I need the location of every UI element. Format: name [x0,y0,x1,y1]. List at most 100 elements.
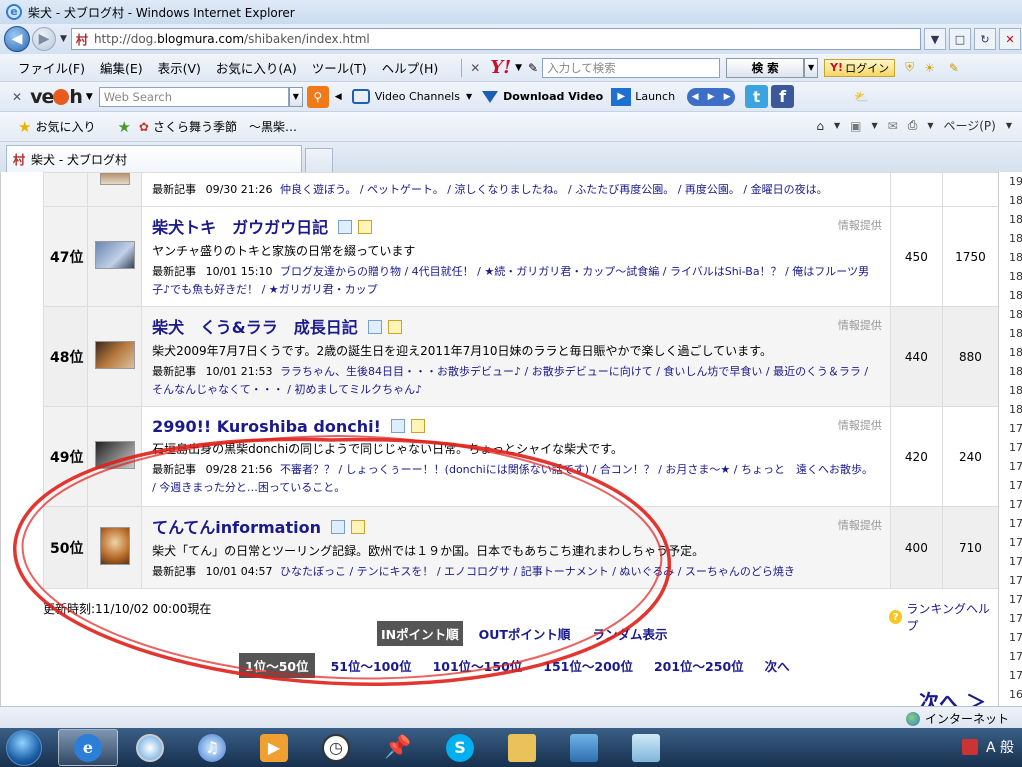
veoh-logo-icon[interactable]: ve h [30,86,83,108]
twitter-icon[interactable]: t [745,85,769,108]
history-dropdown-icon[interactable]: ▼ [60,34,67,44]
security-zone[interactable]: インターネット [906,710,1009,727]
menu-help[interactable]: ヘルプ(H) [382,58,439,77]
pen-icon[interactable]: ✎ [528,61,538,75]
bookmark-icon[interactable] [410,418,425,433]
veoh-search-input[interactable]: Web Search [98,86,289,107]
print-icon[interactable]: ⎙ [908,118,918,133]
bookmark-icon[interactable] [350,520,365,534]
home-dropdown-icon[interactable]: ▼ [834,121,840,130]
rss-icon[interactable]: ▣ [850,119,861,133]
shield-icon[interactable]: ⛨ [905,60,914,75]
page-1-50[interactable]: 1位～50位 [239,653,315,678]
taskbar-clock[interactable]: ◷ [306,729,366,766]
ime-icon[interactable] [961,739,978,755]
ime-mode[interactable]: A 般 [986,737,1014,757]
media-controls[interactable]: ◀ ▶ ▶ [687,87,736,106]
taskbar-skype[interactable]: S [430,729,490,766]
home-icon[interactable]: ⌂ [816,119,824,133]
menu-view[interactable]: 表示(V) [158,58,201,77]
profile-icon[interactable] [337,220,352,234]
taskbar-explorer[interactable] [492,729,552,766]
search-options-icon[interactable]: ▼ [804,57,819,78]
taskbar-notes[interactable] [616,729,676,766]
rss-dropdown-icon[interactable]: ▼ [871,121,877,130]
page-51-100[interactable]: 51位～100位 [331,656,412,675]
page-201-250[interactable]: 201位～250位 [654,656,744,675]
launch-button[interactable]: ▶ Launch [611,87,675,106]
back-button[interactable]: ◀ [4,26,30,52]
page-next[interactable]: 次へ [765,656,790,675]
mail-icon[interactable]: ✉ [888,119,898,133]
compatibility-icon[interactable]: □ [948,28,971,50]
menu-edit[interactable]: 編集(E) [100,58,143,77]
print-dropdown-icon[interactable]: ▼ [927,121,933,130]
yahoo-dropdown-icon[interactable]: ▼ [515,63,522,73]
weather-icon[interactable]: ☀ [924,61,935,75]
next-page-banner[interactable]: 次へ ＞ [919,686,986,706]
yahoo-search-button[interactable]: 検 索 [726,57,805,78]
close-toolbar-icon[interactable]: ✕ [470,61,480,75]
sort-random[interactable]: ランダム表示 [592,624,667,643]
bookmark-icon[interactable] [387,320,402,334]
weather-cloud-icon[interactable]: ⛅ [854,90,869,104]
blog-thumbnail[interactable] [94,341,135,369]
favorites-star-icon[interactable]: ★ [18,118,31,136]
page-151-200[interactable]: 151位～200位 [543,656,633,675]
blog-thumbnail[interactable] [99,527,130,565]
blog-title-link[interactable]: てんてんinformation [152,514,321,538]
video-channels-button[interactable]: Video Channels ▼ [351,89,472,104]
blog-thumbnail[interactable] [94,241,135,269]
favorite-link-sakura[interactable]: さくら舞う季節 ～黒柴… [153,118,297,135]
taskbar-media[interactable]: ▶ [244,729,304,766]
url-dropdown-icon[interactable]: ▼ [923,28,946,50]
profile-icon[interactable] [390,418,405,433]
bookmark-icon[interactable] [357,220,372,234]
taskbar-pin[interactable]: 📌 [368,729,428,766]
yahoo-search-input[interactable]: 入力して検索 [542,57,721,78]
blog-title-link[interactable]: 2990!! Kuroshiba donchi! [152,417,381,436]
facebook-icon[interactable]: f [771,85,795,108]
taskbar-photos[interactable] [554,729,614,766]
blog-title-link[interactable]: 柴犬 くう&ララ 成長日記 [152,314,358,338]
prev-icon[interactable]: ◀ [692,92,699,102]
close-veoh-icon[interactable]: ✕ [12,90,22,104]
blog-thumbnail[interactable] [99,173,130,185]
sort-out-points[interactable]: OUTポイント順 [479,624,571,643]
veoh-search-dropdown-icon[interactable]: ▼ [288,86,303,107]
next-icon[interactable]: ▶ [724,92,731,102]
taskbar-safari[interactable] [120,729,180,766]
page-menu[interactable]: ページ(P) [943,117,995,134]
add-favorite-icon[interactable]: ★ [117,118,130,136]
start-button[interactable] [6,729,42,766]
yahoo-logo-icon[interactable]: Y! [490,57,511,78]
tab-current[interactable]: 村 柴犬 - 犬ブログ村 [6,145,302,172]
highlighter-icon[interactable]: ✎ [949,61,959,75]
menu-file[interactable]: ファイル(F) [18,58,85,77]
favorites-button[interactable]: お気に入り [35,118,95,135]
ranking-help-link[interactable]: ? ランキングヘルプ [889,600,998,634]
profile-icon[interactable] [330,520,345,534]
taskbar-itunes[interactable]: ♫ [182,729,242,766]
page-dropdown-icon[interactable]: ▼ [1006,121,1012,130]
blog-thumbnail[interactable] [94,441,135,469]
recent-post-links[interactable]: 仲良く遊ぼう。 / ペットゲート。 / 涼しくなりましたね。 / ふたたび再度公… [280,183,828,196]
forward-button[interactable]: ▶ [32,27,56,51]
recent-post-links[interactable]: ひなたぼっこ / テンにキスを！ / エノコログサ / 記事トーナメント / ぬ… [280,565,795,578]
stop-icon[interactable]: ✕ [998,28,1021,50]
refresh-icon[interactable]: ↻ [973,28,996,50]
download-video-button[interactable]: Download Video [482,90,603,103]
new-tab-button[interactable] [305,148,333,172]
play-icon[interactable]: ▶ [708,92,715,102]
menu-tools[interactable]: ツール(T) [312,58,367,77]
taskbar-ie[interactable]: e [58,729,118,766]
url-input[interactable]: 村 http://dog. blogmura.com/shibaken/index… [70,28,921,50]
sort-in-points[interactable]: INポイント順 [377,621,463,646]
veoh-search-icon[interactable]: ⚲ [306,85,329,108]
menu-favorites[interactable]: お気に入り(A) [216,58,297,77]
veoh-dropdown-icon[interactable]: ▼ [86,92,93,102]
blog-title-link[interactable]: 柴犬トキ ガウガウ日記 [152,214,328,238]
page-101-150[interactable]: 101位～150位 [433,656,523,675]
yahoo-login-button[interactable]: Y! ログイン [824,58,896,77]
profile-icon[interactable] [367,320,382,334]
